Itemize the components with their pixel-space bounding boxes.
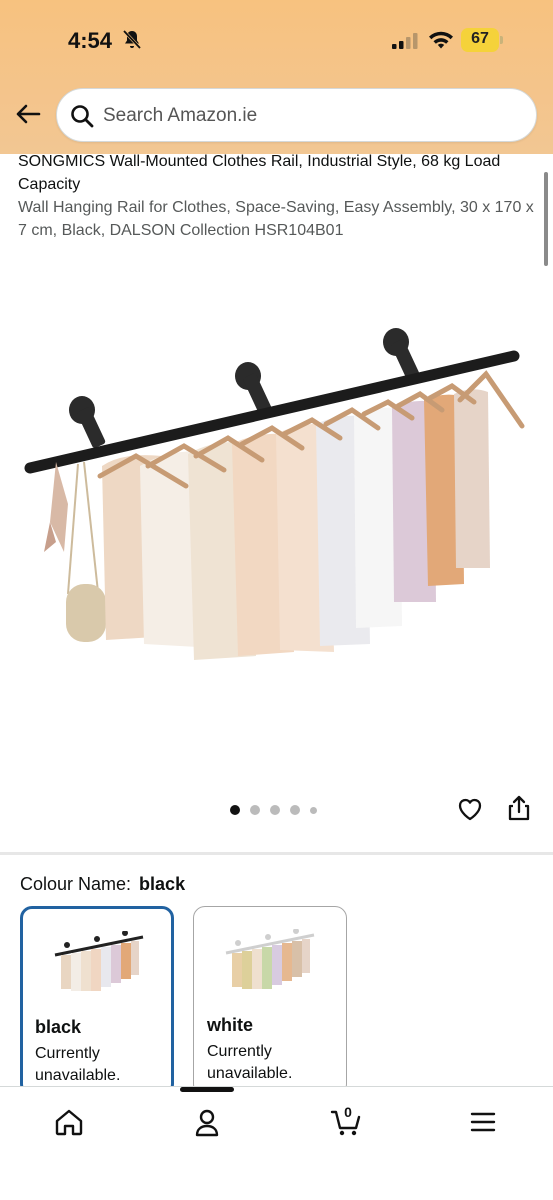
colour-label-text: Colour Name: [20,874,132,894]
home-icon[interactable] [53,1106,85,1138]
search-icon [71,105,94,128]
account-icon[interactable] [191,1106,223,1138]
image-carousel-dots[interactable] [230,804,317,816]
colour-option-white[interactable]: white Currently unavailable. [193,906,347,1096]
colour-selected-value: black [139,874,186,894]
heart-icon[interactable] [456,795,484,823]
cart-button[interactable]: 0 [330,1104,362,1138]
section-divider [0,852,553,855]
carousel-dot[interactable] [290,805,300,815]
status-bar: 4:54 67 [0,0,553,80]
product-image[interactable] [20,316,540,686]
share-icon[interactable] [506,794,532,822]
colour-thumbnail [225,929,315,989]
carousel-dot[interactable] [250,805,260,815]
battery-level: 67 [471,30,489,47]
bell-muted-icon [122,29,142,50]
tab-indicator [180,1087,234,1092]
product-title-details: Wall Hanging Rail for Clothes, Space-Sav… [18,199,534,239]
bottom-navigation [0,1086,553,1200]
app-header: 4:54 67 [0,0,553,154]
cart-count: 0 [344,1104,352,1120]
search-bar[interactable] [56,88,537,142]
wifi-icon [429,31,453,49]
battery-icon: 67 [461,28,503,52]
colour-name-label: Colour Name: black [20,874,185,895]
colour-option-name: white [207,1015,254,1035]
carousel-dot[interactable] [310,806,317,814]
colour-option-name: black [35,1017,82,1037]
search-input[interactable] [103,101,523,131]
colour-option-black[interactable]: black Currently unavailable. [20,906,174,1096]
scrollbar[interactable] [544,172,548,266]
signal-icon [392,33,418,49]
colour-option-availability: Currently unavailable. [35,1045,121,1084]
carousel-dot[interactable] [270,805,280,815]
product-title-main: SONGMICS Wall-Mounted Clothes Rail, Indu… [18,153,501,193]
colour-option-availability: Currently unavailable. [207,1043,293,1082]
product-title[interactable]: SONGMICS Wall-Mounted Clothes Rail, Indu… [18,150,538,242]
status-time: 4:54 [68,28,113,53]
back-arrow-icon[interactable] [14,100,42,128]
menu-icon[interactable] [467,1106,499,1138]
carousel-dot[interactable] [230,805,240,815]
colour-thumbnail [54,931,144,991]
